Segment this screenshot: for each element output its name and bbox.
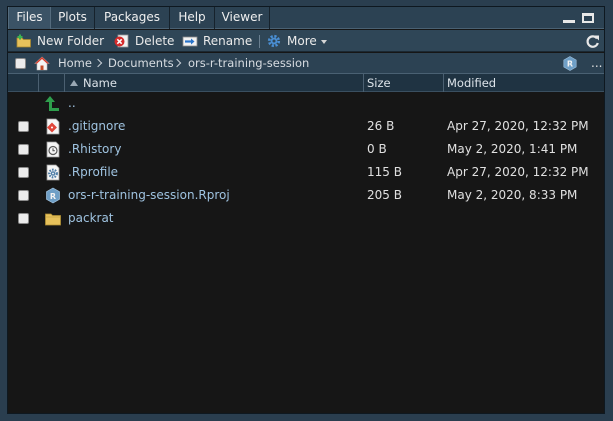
gear-icon xyxy=(267,34,281,48)
tab-bar: Files Plots Packages Help Viewer xyxy=(8,7,604,29)
file-name[interactable]: .Rprofile xyxy=(68,161,118,184)
minimize-pane-icon[interactable] xyxy=(563,13,575,23)
breadcrumb-home[interactable]: Home xyxy=(58,53,92,74)
settings-file-icon xyxy=(46,164,60,181)
files-pane: Files Plots Packages Help Viewer New Fol… xyxy=(7,6,605,414)
column-header-row: Name Size Modified xyxy=(8,74,604,92)
maximize-pane-icon[interactable] xyxy=(582,13,594,23)
file-row[interactable]: R ors-r-training-session.Rproj 205 B May… xyxy=(8,184,604,207)
sort-ascending-icon xyxy=(70,80,78,86)
home-icon[interactable] xyxy=(34,56,50,71)
breadcrumb: Home Documents ors-r-training-session R … xyxy=(8,53,604,74)
tab-files[interactable]: Files xyxy=(8,7,51,29)
file-size: 115 B xyxy=(367,165,402,179)
breadcrumb-overflow-button[interactable]: ... xyxy=(591,53,602,74)
history-file-icon xyxy=(46,141,60,158)
column-header-name-label: Name xyxy=(83,76,117,90)
file-checkbox[interactable] xyxy=(18,144,29,155)
git-file-icon xyxy=(46,118,60,135)
file-modified: Apr 27, 2020, 12:32 PM xyxy=(447,119,589,133)
rename-label: Rename xyxy=(203,34,253,48)
new-folder-label: New Folder xyxy=(37,34,105,48)
toolbar-divider xyxy=(259,35,260,48)
file-modified: May 2, 2020, 1:41 PM xyxy=(447,142,578,156)
file-checkbox[interactable] xyxy=(18,167,29,178)
column-divider xyxy=(64,74,65,92)
file-name[interactable]: .gitignore xyxy=(68,115,125,138)
tab-viewer[interactable]: Viewer xyxy=(215,7,270,29)
file-row[interactable]: .gitignore 26 B Apr 27, 2020, 12:32 PM xyxy=(8,115,604,138)
svg-text:R: R xyxy=(50,192,56,201)
tab-plots[interactable]: Plots xyxy=(51,7,95,29)
file-checkbox[interactable] xyxy=(18,121,29,132)
file-row-parent-directory[interactable]: .. xyxy=(8,92,604,115)
more-label: More xyxy=(287,30,327,52)
svg-text:R: R xyxy=(567,60,573,69)
file-size: 26 B xyxy=(367,119,395,133)
file-size: 205 B xyxy=(367,188,402,202)
file-modified: Apr 27, 2020, 12:32 PM xyxy=(447,165,589,179)
rproject-icon[interactable]: R xyxy=(563,56,577,71)
file-row[interactable]: .Rhistory 0 B May 2, 2020, 1:41 PM xyxy=(8,138,604,161)
chevron-down-icon xyxy=(320,39,327,44)
file-checkbox[interactable] xyxy=(18,190,29,201)
tab-packages[interactable]: Packages xyxy=(95,7,170,29)
refresh-icon[interactable] xyxy=(585,34,600,49)
file-size: 0 B xyxy=(367,142,387,156)
file-row[interactable]: .Rprofile 115 B Apr 27, 2020, 12:32 PM xyxy=(8,161,604,184)
file-name[interactable]: .. xyxy=(68,92,76,115)
delete-icon xyxy=(114,34,129,48)
breadcrumb-documents[interactable]: Documents xyxy=(108,53,174,74)
column-divider xyxy=(38,74,39,92)
new-folder-icon xyxy=(16,34,31,48)
column-header-name[interactable]: Name xyxy=(70,74,117,92)
breadcrumb-separator-icon xyxy=(172,58,182,68)
up-arrow-icon xyxy=(45,96,59,111)
column-header-size[interactable]: Size xyxy=(367,74,391,92)
delete-label: Delete xyxy=(135,34,175,48)
file-row[interactable]: packrat xyxy=(8,207,604,230)
more-label-text: More xyxy=(287,34,317,48)
file-name[interactable]: ors-r-training-session.Rproj xyxy=(68,184,230,207)
rproj-file-icon: R xyxy=(46,187,60,204)
files-toolbar: New Folder Delete Rename More xyxy=(8,30,604,52)
column-divider xyxy=(363,74,364,92)
select-all-checkbox[interactable] xyxy=(15,58,26,69)
column-divider xyxy=(443,74,444,92)
tab-help[interactable]: Help xyxy=(170,7,215,29)
rename-icon xyxy=(182,36,198,47)
breadcrumb-current-folder[interactable]: ors-r-training-session xyxy=(188,53,309,74)
file-checkbox[interactable] xyxy=(18,213,29,224)
file-modified: May 2, 2020, 8:33 PM xyxy=(447,188,578,202)
column-header-modified[interactable]: Modified xyxy=(447,74,496,92)
file-name[interactable]: .Rhistory xyxy=(68,138,121,161)
breadcrumb-separator-icon xyxy=(93,58,103,68)
file-name[interactable]: packrat xyxy=(68,207,114,230)
folder-icon xyxy=(45,213,61,226)
